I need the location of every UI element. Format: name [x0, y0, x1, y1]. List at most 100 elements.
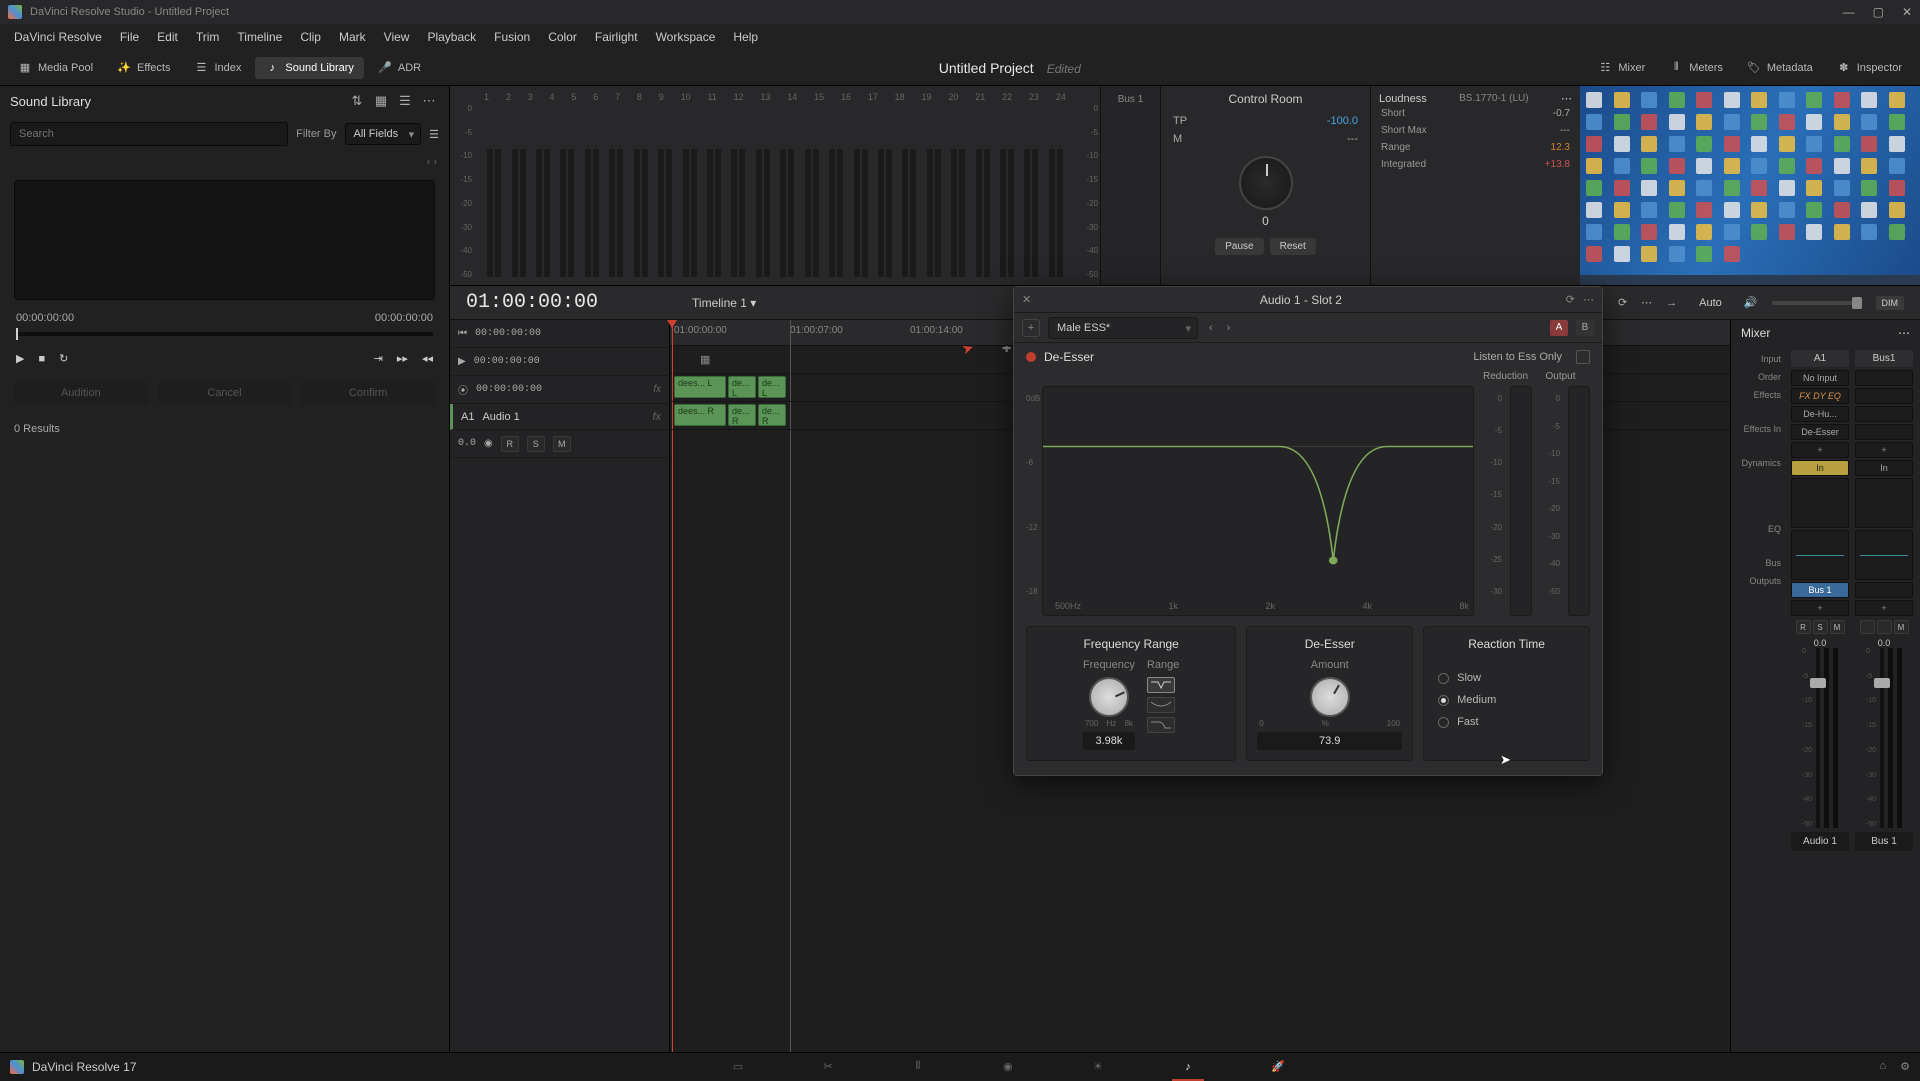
fader[interactable]	[1816, 648, 1820, 828]
minimize-icon[interactable]: —	[1843, 5, 1855, 19]
prev-marker-icon[interactable]: ⏮	[458, 328, 467, 339]
prev-icon[interactable]: ◂◂	[422, 352, 433, 365]
add-bus-button[interactable]: +	[1791, 600, 1849, 616]
filter-settings-icon[interactable]: ☰	[429, 128, 439, 141]
bypass-indicator-icon[interactable]	[1026, 352, 1036, 362]
close-icon[interactable]: ✕	[1902, 5, 1912, 19]
menu-playback[interactable]: Playback	[419, 27, 484, 47]
listen-ess-checkbox[interactable]	[1576, 350, 1590, 364]
solo-button[interactable]: S	[527, 436, 545, 452]
inspector-button[interactable]: ✽Inspector	[1827, 57, 1912, 79]
filter-select[interactable]: All Fields	[345, 123, 422, 145]
play-icon[interactable]: ▶	[16, 352, 24, 365]
page-media[interactable]: ▭	[728, 1057, 748, 1077]
reset-button[interactable]: Reset	[1270, 238, 1316, 255]
menu-help[interactable]: Help	[725, 27, 766, 47]
audio-clip[interactable]: dees... L	[674, 376, 726, 398]
options-icon[interactable]: ⋯	[419, 91, 439, 111]
menu-trim[interactable]: Trim	[188, 27, 228, 47]
clock-icon[interactable]: ⦿	[458, 382, 468, 397]
menu-clip[interactable]: Clip	[292, 27, 329, 47]
send-icon[interactable]: →	[1666, 297, 1677, 309]
refresh-icon[interactable]: ⟳	[1618, 296, 1627, 309]
order-slot[interactable]: FX DY EQ	[1791, 388, 1849, 404]
fx-slot[interactable]: De-Esser	[1791, 424, 1849, 440]
loudness-menu-icon[interactable]: ⋯	[1561, 92, 1572, 105]
sort-icon[interactable]: ⇅	[347, 91, 367, 111]
frequency-knob[interactable]	[1089, 677, 1129, 717]
frequency-value[interactable]: 3.98k	[1083, 732, 1135, 750]
sound-library-button[interactable]: ♪Sound Library	[255, 57, 364, 79]
plugin-refresh-icon[interactable]: ⟳	[1566, 293, 1575, 306]
menu-view[interactable]: View	[376, 27, 418, 47]
plugin-close-icon[interactable]: ✕	[1022, 293, 1036, 307]
amount-value[interactable]: 73.9	[1257, 732, 1402, 750]
speaker-icon[interactable]: 🔊	[1744, 296, 1758, 309]
loop-icon[interactable]: ↻	[59, 352, 68, 365]
menu-fusion[interactable]: Fusion	[486, 27, 538, 47]
mixer-button[interactable]: ☷Mixer	[1588, 57, 1655, 79]
adr-button[interactable]: 🎤ADR	[368, 57, 431, 79]
compare-b-button[interactable]: B	[1576, 320, 1594, 336]
eq-slot[interactable]	[1791, 530, 1849, 580]
bus-output[interactable]	[1855, 582, 1913, 598]
effects-button[interactable]: ✨Effects	[107, 57, 180, 79]
reaction-slow[interactable]: Slow	[1438, 667, 1575, 689]
page-edit[interactable]: ⫴	[908, 1057, 928, 1077]
range-shelf-icon[interactable]	[1147, 717, 1175, 733]
page-fusion[interactable]: ◉	[998, 1057, 1018, 1077]
add-fx-button[interactable]: +	[1855, 442, 1913, 458]
settings-icon[interactable]: ⚙	[1900, 1060, 1910, 1073]
home-icon[interactable]: ⌂	[1879, 1060, 1886, 1073]
audio-clip[interactable]: dees... R	[674, 404, 726, 426]
list-view-icon[interactable]: ☰	[395, 91, 415, 111]
cancel-button[interactable]: Cancel	[158, 381, 292, 405]
fx-slot[interactable]	[1855, 424, 1913, 440]
plugin-menu-icon[interactable]: ⋯	[1583, 293, 1594, 306]
menu-mark[interactable]: Mark	[331, 27, 374, 47]
dim-button[interactable]: DIM	[1876, 296, 1905, 310]
page-color[interactable]: ☀	[1088, 1057, 1108, 1077]
order-slot[interactable]	[1855, 388, 1913, 404]
media-pool-button[interactable]: ▦Media Pool	[8, 57, 103, 79]
fx-in-button[interactable]: In	[1855, 460, 1913, 476]
bus-output[interactable]: Bus 1	[1791, 582, 1849, 598]
compare-a-button[interactable]: A	[1550, 320, 1568, 336]
confirm-button[interactable]: Confirm	[301, 381, 435, 405]
fx-in-button[interactable]: In	[1791, 460, 1849, 476]
fx-slot[interactable]: De-Hu...	[1791, 406, 1849, 422]
audio-clip[interactable]: de... R	[728, 404, 756, 426]
menu-file[interactable]: File	[112, 27, 147, 47]
search-input[interactable]	[10, 122, 288, 146]
mute-button[interactable]: M	[553, 436, 571, 452]
range-notch-icon[interactable]	[1147, 677, 1175, 693]
preview-scrubber[interactable]	[16, 332, 433, 336]
reaction-medium[interactable]: Medium	[1438, 689, 1575, 711]
dynamics-slot[interactable]	[1791, 478, 1849, 528]
mixer-menu-icon[interactable]: ⋯	[1898, 326, 1910, 340]
nav-next-icon[interactable]: ›	[433, 156, 437, 168]
play-marker-icon[interactable]: ▶	[458, 356, 466, 367]
stop-icon[interactable]: ■	[38, 353, 45, 365]
meters-button[interactable]: ⫴Meters	[1659, 57, 1733, 79]
fader-icon[interactable]: ◉	[484, 438, 493, 449]
monitor-knob[interactable]	[1239, 156, 1293, 210]
metadata-button[interactable]: 🏷Metadata	[1737, 57, 1823, 79]
menu-fairlight[interactable]: Fairlight	[587, 27, 646, 47]
add-bus-button[interactable]: +	[1855, 600, 1913, 616]
audio-clip[interactable]: de... L	[758, 376, 786, 398]
menu-color[interactable]: Color	[540, 27, 585, 47]
range-wide-icon[interactable]	[1147, 697, 1175, 713]
next-icon[interactable]: ▸▸	[397, 352, 408, 365]
nav-prev-icon[interactable]: ‹	[427, 156, 431, 168]
preset-prev-icon[interactable]: ‹	[1206, 322, 1216, 334]
menu-workspace[interactable]: Workspace	[648, 27, 724, 47]
input-slot[interactable]	[1855, 370, 1913, 386]
arm-button[interactable]: R	[501, 436, 519, 452]
preset-next-icon[interactable]: ›	[1224, 322, 1234, 334]
layout-icon[interactable]: ▦	[700, 353, 710, 366]
audio-clip[interactable]: de... L	[728, 376, 756, 398]
add-fx-button[interactable]: +	[1791, 442, 1849, 458]
menu-timeline[interactable]: Timeline	[229, 27, 290, 47]
dynamics-slot[interactable]	[1855, 478, 1913, 528]
